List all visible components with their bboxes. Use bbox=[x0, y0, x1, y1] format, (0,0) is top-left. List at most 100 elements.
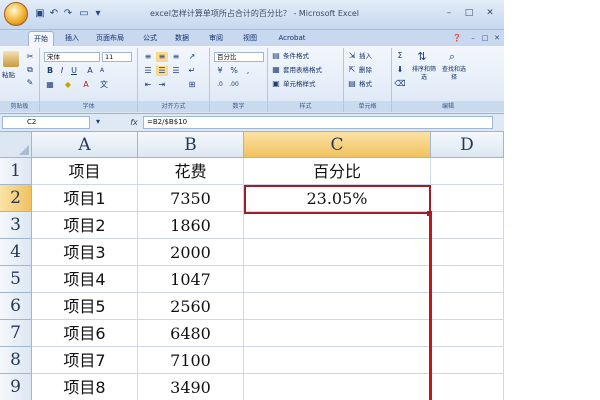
decrease-decimal-icon[interactable]: .00 bbox=[228, 80, 240, 90]
align-center-icon[interactable]: ☰ bbox=[156, 66, 168, 76]
accounting-format-icon[interactable]: ¥ bbox=[214, 66, 226, 76]
cell-d2[interactable] bbox=[431, 185, 504, 212]
paste-label[interactable]: 粘贴 bbox=[2, 70, 15, 80]
cell-a7[interactable]: 项目6 bbox=[32, 320, 138, 347]
cell-d8[interactable] bbox=[431, 347, 504, 374]
row-header[interactable]: 3 bbox=[0, 212, 32, 239]
column-header-d[interactable]: D bbox=[431, 132, 504, 158]
save-icon[interactable]: ▣ bbox=[34, 8, 46, 20]
percent-style-icon[interactable]: % bbox=[228, 66, 240, 76]
insert-cells-icon[interactable]: ⇲ bbox=[346, 51, 358, 61]
cell-b2[interactable]: 7350 bbox=[138, 185, 244, 212]
wrap-text-icon[interactable]: ↵ bbox=[186, 66, 198, 76]
ribbon-minimize-icon[interactable]: – bbox=[468, 33, 478, 43]
column-header-c[interactable]: C bbox=[244, 132, 431, 158]
row-header[interactable]: 9 bbox=[0, 374, 32, 400]
cell-d6[interactable] bbox=[431, 293, 504, 320]
orientation-icon[interactable]: ↗ bbox=[186, 52, 198, 62]
cell-a6[interactable]: 项目5 bbox=[32, 293, 138, 320]
tab-insert[interactable]: 插入 bbox=[60, 31, 84, 46]
format-painter-icon[interactable]: ✎ bbox=[24, 78, 36, 88]
cell-c4[interactable] bbox=[244, 239, 431, 266]
cell-d7[interactable] bbox=[431, 320, 504, 347]
find-select-icon[interactable]: ⌕ bbox=[446, 51, 458, 62]
format-as-table-button[interactable]: 套用表格格式 bbox=[283, 65, 322, 75]
tab-view[interactable]: 视图 bbox=[238, 31, 262, 46]
redo-icon[interactable]: ↷ bbox=[62, 8, 74, 20]
bold-icon[interactable]: B bbox=[44, 66, 56, 76]
tab-acrobat[interactable]: Acrobat bbox=[272, 31, 312, 46]
row-header[interactable]: 8 bbox=[0, 347, 32, 374]
ribbon-close-icon[interactable]: ✕ bbox=[492, 33, 502, 43]
format-as-table-icon[interactable]: ▦ bbox=[270, 65, 282, 75]
open-folder-icon[interactable]: ▭ bbox=[78, 8, 90, 20]
clear-icon[interactable]: ⌫ bbox=[394, 79, 406, 89]
find-select-button[interactable]: 查找和选择 bbox=[440, 66, 468, 82]
row-header[interactable]: 7 bbox=[0, 320, 32, 347]
cell-d4[interactable] bbox=[431, 239, 504, 266]
comma-style-icon[interactable]: , bbox=[242, 66, 254, 76]
align-bottom-icon[interactable]: ≡ bbox=[170, 52, 182, 62]
italic-icon[interactable]: I bbox=[56, 66, 68, 76]
cell-c6[interactable] bbox=[244, 293, 431, 320]
decrease-indent-icon[interactable]: ⇤ bbox=[142, 80, 154, 90]
name-box[interactable]: C2 bbox=[2, 116, 90, 129]
delete-cells-icon[interactable]: ⇱ bbox=[346, 65, 358, 75]
tab-page-layout[interactable]: 页面布局 bbox=[90, 31, 130, 46]
cell-b1[interactable]: 花费 bbox=[138, 158, 244, 185]
tab-home[interactable]: 开始 bbox=[28, 31, 54, 46]
conditional-format-icon[interactable]: ▤ bbox=[270, 51, 282, 61]
conditional-format-button[interactable]: 条件格式 bbox=[283, 51, 309, 61]
cell-b9[interactable]: 3490 bbox=[138, 374, 244, 400]
cell-a5[interactable]: 项目4 bbox=[32, 266, 138, 293]
help-icon[interactable]: ❓ bbox=[452, 33, 462, 43]
cell-a2[interactable]: 项目1 bbox=[32, 185, 138, 212]
font-name-input[interactable]: 宋体 bbox=[44, 52, 100, 62]
number-format-select[interactable]: 百分比 bbox=[214, 52, 264, 62]
row-header[interactable]: 1 bbox=[0, 158, 32, 185]
cell-styles-icon[interactable]: ▣ bbox=[270, 79, 282, 89]
copy-icon[interactable]: ⧉ bbox=[24, 65, 36, 75]
tab-data[interactable]: 数据 bbox=[170, 31, 194, 46]
cell-b6[interactable]: 2560 bbox=[138, 293, 244, 320]
cell-c7[interactable] bbox=[244, 320, 431, 347]
tab-formulas[interactable]: 公式 bbox=[138, 31, 162, 46]
cell-c1[interactable]: 百分比 bbox=[244, 158, 431, 185]
merge-center-icon[interactable]: ⊞ bbox=[186, 80, 198, 90]
increase-decimal-icon[interactable]: .0 bbox=[214, 80, 226, 90]
cell-d1[interactable] bbox=[431, 158, 504, 185]
cell-b4[interactable]: 2000 bbox=[138, 239, 244, 266]
cell-a8[interactable]: 项目7 bbox=[32, 347, 138, 374]
minimize-icon[interactable]: – bbox=[440, 6, 458, 20]
font-color-icon[interactable]: A bbox=[80, 80, 92, 90]
insert-cells-button[interactable]: 插入 bbox=[359, 51, 372, 61]
underline-icon[interactable]: U bbox=[68, 66, 80, 76]
column-header-a[interactable]: A bbox=[32, 132, 138, 158]
row-header[interactable]: 6 bbox=[0, 293, 32, 320]
cell-a1[interactable]: 项目 bbox=[32, 158, 138, 185]
cell-c3[interactable] bbox=[244, 212, 431, 239]
paste-icon[interactable] bbox=[3, 51, 19, 67]
office-button[interactable] bbox=[4, 2, 28, 26]
cell-b5[interactable]: 1047 bbox=[138, 266, 244, 293]
undo-icon[interactable]: ↶ bbox=[48, 8, 60, 20]
maximize-icon[interactable]: □ bbox=[460, 6, 478, 20]
customize-qat-icon[interactable]: ▾ bbox=[92, 8, 104, 20]
align-right-icon[interactable]: ☰ bbox=[170, 66, 182, 76]
cell-styles-button[interactable]: 单元格样式 bbox=[283, 79, 316, 89]
cell-c5[interactable] bbox=[244, 266, 431, 293]
autosum-icon[interactable]: Σ bbox=[394, 51, 406, 61]
column-header-b[interactable]: B bbox=[138, 132, 244, 158]
tab-review[interactable]: 审阅 bbox=[204, 31, 228, 46]
grow-font-icon[interactable]: A bbox=[84, 66, 96, 76]
cell-a3[interactable]: 项目2 bbox=[32, 212, 138, 239]
cell-b3[interactable]: 1860 bbox=[138, 212, 244, 239]
phonetic-icon[interactable]: 文 bbox=[98, 80, 110, 90]
cell-b7[interactable]: 6480 bbox=[138, 320, 244, 347]
fill-icon[interactable]: ⬇ bbox=[394, 65, 406, 75]
fill-color-icon[interactable]: ◆ bbox=[62, 80, 74, 90]
cell-d5[interactable] bbox=[431, 266, 504, 293]
cut-icon[interactable]: ✂ bbox=[24, 52, 36, 62]
close-icon[interactable]: ✕ bbox=[481, 6, 499, 20]
cell-a4[interactable]: 项目3 bbox=[32, 239, 138, 266]
